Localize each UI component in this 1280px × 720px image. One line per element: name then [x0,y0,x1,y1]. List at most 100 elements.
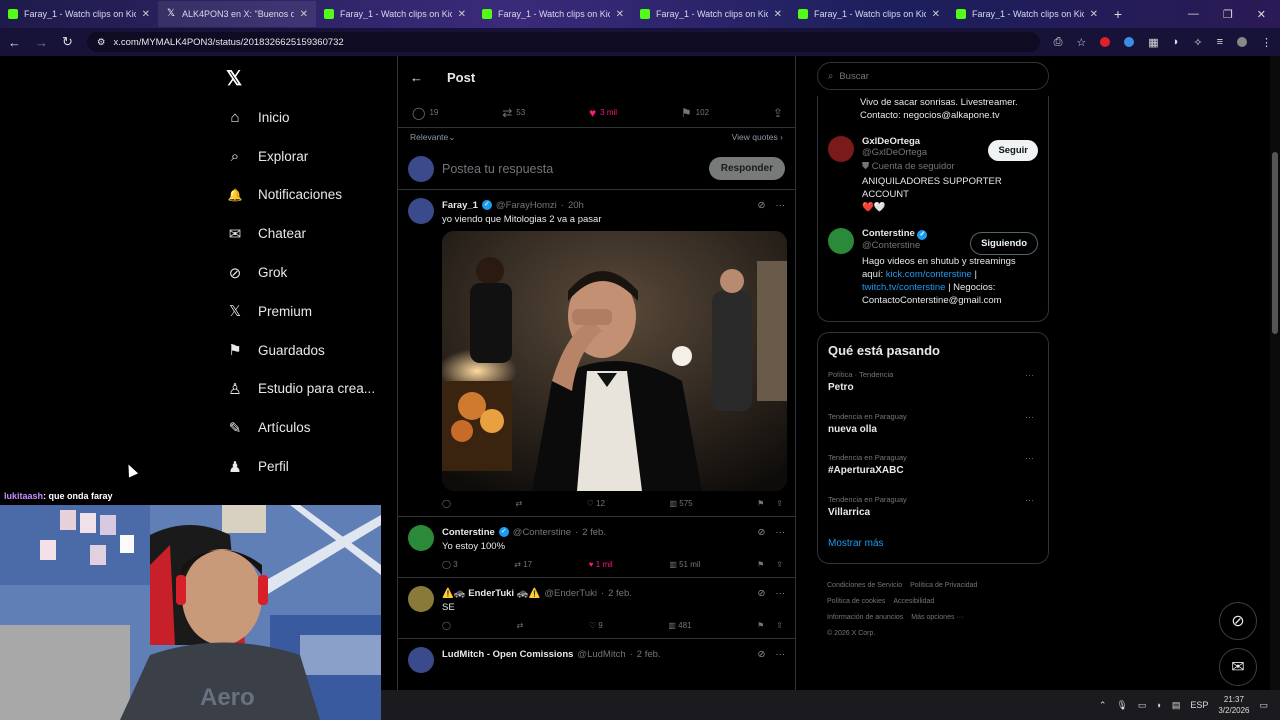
follow-suggestion[interactable]: GxlDeOrtega @GxlDeOrtega ⛊ Cuenta de seg… [828,136,1038,214]
network-icon[interactable]: ▭ [1138,700,1147,711]
grok-icon[interactable]: ⊘ [758,588,766,599]
follow-suggestion[interactable]: Conterstine ✓ @Conterstine Hago videos e… [828,228,1038,307]
grok-fab-button[interactable]: ⊘ [1219,602,1257,640]
trend-item[interactable]: Política · Tendencia Petro ··· [828,370,1038,412]
sort-dropdown[interactable]: Relevante⌄ [410,132,455,144]
like-button[interactable]: ♡ 12 [587,499,605,508]
chevron-up-icon[interactable]: ⌃ [1099,700,1107,711]
close-icon[interactable]: ✕ [774,9,782,20]
scrollbar-thumb[interactable] [1272,152,1278,334]
browser-tab[interactable]: Faray_1 - Watch clips on Kick ✕ [790,1,948,27]
more-options-icon[interactable]: ··· [776,527,786,538]
close-icon[interactable]: ✕ [142,9,150,20]
x-logo-icon[interactable]: 𝕏 [226,66,242,91]
show-more-link[interactable]: Mostrar más [828,538,1038,549]
author-name[interactable]: ⚠️🚓 EnderTuki 🚓⚠️ [442,588,540,599]
back-arrow-icon[interactable]: ← [410,70,423,85]
author-name[interactable]: Faray_1 [442,200,478,211]
timestamp[interactable]: 20h [568,200,584,211]
back-icon[interactable]: ← [8,35,21,50]
avatar[interactable] [828,136,854,162]
share-icon[interactable]: ⇪ [776,560,783,569]
repost-button[interactable]: ⇄ 17 [514,560,532,569]
battery-icon[interactable]: ▤ [1172,700,1181,711]
views-count[interactable]: ▥ 575 [669,499,692,508]
author-handle[interactable]: @Conterstine [513,527,571,538]
close-icon[interactable]: ✕ [458,9,466,20]
twitch-link[interactable]: twitch.tv/conterstine [862,282,945,293]
sidebar-item-guardados[interactable]: ⚑ Guardados [226,331,396,370]
sidebar-item-grok[interactable]: ⊘ Grok [226,253,396,292]
browser-tab[interactable]: Faray_1 - Watch clips on Kick ✕ [316,1,474,27]
extension-icon[interactable]: ▦ [1148,36,1158,49]
close-icon[interactable]: ✕ [300,9,308,20]
playlist-icon[interactable]: ≡ [1217,36,1223,48]
footer-link[interactable]: Accesibilidad [893,598,934,605]
more-options-icon[interactable]: ··· [1025,412,1034,422]
grok-icon[interactable]: ⊘ [758,649,766,660]
extension-icon[interactable] [1100,37,1111,47]
sidebar-item-chatear[interactable]: ✉ Chatear [226,214,396,253]
views-count[interactable]: ▥ 51 mil [669,560,700,569]
maximize-icon[interactable]: ❐ [1223,8,1233,21]
page-scrollbar[interactable] [1270,56,1280,690]
bookmark-icon[interactable]: ⚑ [757,621,764,630]
sidebar-item-notificaciones[interactable]: 🔔 Notificaciones [226,176,396,215]
close-window-icon[interactable]: ✕ [1257,8,1266,21]
view-quotes-link[interactable]: View quotes › [732,132,783,144]
author-handle[interactable]: @FarayHomzi [496,200,557,211]
close-icon[interactable]: ✕ [1090,9,1098,20]
clock[interactable]: 21:37 3/2/2026 [1218,694,1249,716]
more-options-icon[interactable]: ··· [776,649,786,660]
reply-button[interactable]: ◯ 3 [442,560,458,569]
reply-icon[interactable]: ◯ [442,499,451,508]
audio-icon[interactable]: ◗ [1173,36,1180,48]
following-button[interactable]: Siguiendo [970,232,1038,255]
footer-link[interactable]: Política de cookies [827,598,885,605]
avatar[interactable] [408,198,434,224]
trend-item[interactable]: Tendencia en Paraguay nueva olla ··· [828,412,1038,454]
url-field[interactable]: ⚙ x.com/MYMALK4PON3/status/2018326625159… [86,32,1040,52]
language-indicator[interactable]: ESP [1190,700,1208,710]
sidebar-item-articulos[interactable]: ✎ Artículos [226,408,396,447]
profile-avatar[interactable] [1237,37,1247,47]
follow-button[interactable]: Seguir [988,140,1038,161]
reply-icon[interactable]: ◯ [442,621,451,630]
avatar[interactable] [408,586,434,612]
views-count[interactable]: ▥ 481 [668,621,691,630]
bookmark-icon[interactable]: ⚑ [757,499,764,508]
author-handle[interactable]: @LudMitch [577,649,625,660]
reply-tweet[interactable]: LudMitch - Open Comissions @LudMitch · 2… [398,639,795,681]
mic-icon[interactable]: 🎙 [1116,700,1127,711]
minimize-icon[interactable]: — [1188,8,1199,21]
grok-icon[interactable]: ⊘ [758,527,766,538]
sidebar-item-perfil[interactable]: ♟ Perfil [226,447,396,486]
menu-icon[interactable]: ⋮ [1261,36,1272,49]
volume-icon[interactable]: ◗ [1156,700,1161,710]
reply-tweet[interactable]: Conterstine ✓ @Conterstine · 2 feb. ⊘ ···… [398,517,795,578]
more-options-icon[interactable]: ··· [776,588,786,599]
share-button[interactable]: ⇪ [773,106,783,120]
reload-icon[interactable]: ↻ [62,34,73,50]
sidebar-item-estudio[interactable]: ♙ Estudio para crea... [226,370,396,409]
avatar[interactable] [828,228,854,254]
trend-item[interactable]: Tendencia en Paraguay #AperturaXABC ··· [828,453,1038,495]
share-icon[interactable]: ⇪ [776,621,783,630]
messages-fab-button[interactable]: ✉ [1219,648,1257,686]
reply-tweet[interactable]: Faray_1 ✓ @FarayHomzi · 20h ⊘ ··· yo vien… [398,190,795,517]
timestamp[interactable]: 2 feb. [582,527,606,538]
site-info-icon[interactable]: ⚙ [97,37,106,48]
search-input[interactable]: ⌕ Buscar [817,62,1049,90]
repost-icon[interactable]: ⇄ [515,499,522,508]
footer-link[interactable]: Condiciones de Servicio [827,582,902,589]
reply-tweet[interactable]: ⚠️🚓 EnderTuki 🚓⚠️ @EnderTuki · 2 feb. ⊘ ·… [398,578,795,639]
timestamp[interactable]: 2 feb. [608,588,632,599]
footer-link[interactable]: Más opciones ··· [911,614,963,621]
notification-icon[interactable]: ▭ [1259,700,1268,711]
close-icon[interactable]: ✕ [616,9,624,20]
browser-tab[interactable]: Faray_1 - Watch clips on Kick ✕ [948,1,1106,27]
bookmark-icon[interactable]: ⚑ [757,560,764,569]
more-options-icon[interactable]: ··· [1025,495,1034,505]
browser-tab[interactable]: Faray_1 - Watch clips on Kick ✕ [632,1,790,27]
reply-button[interactable]: ◯ 19 [412,106,438,120]
